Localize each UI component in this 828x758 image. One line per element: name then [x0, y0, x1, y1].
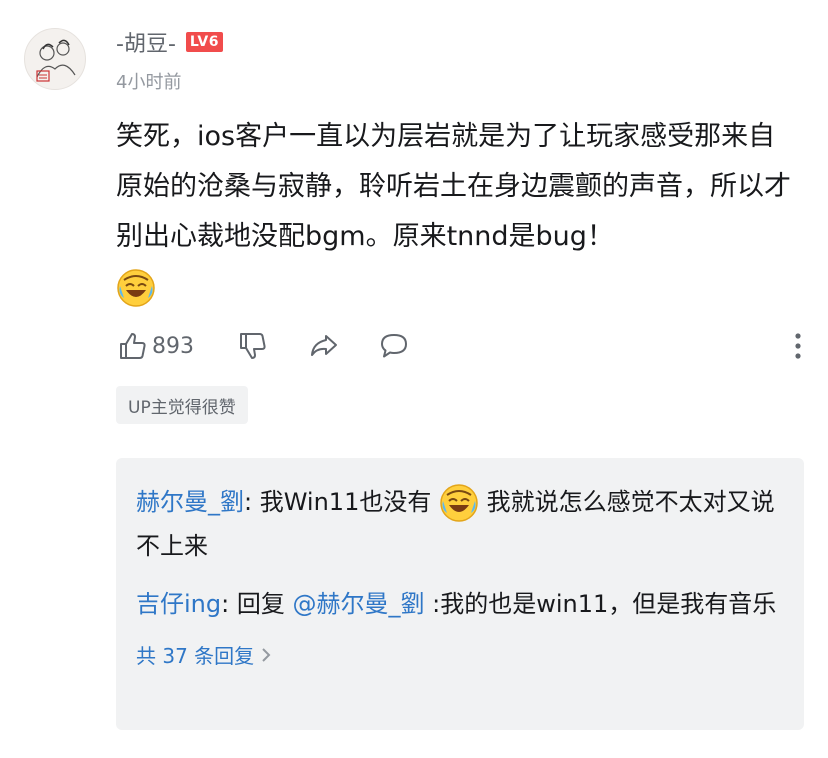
reply-item: 赫尔曼_劉: 我Win11也没有 我就说怎么感觉不太对又说不上来 [136, 480, 784, 568]
reply-button[interactable] [378, 330, 410, 362]
action-bar: 893 [116, 326, 806, 366]
up-liked-badge: UP主觉得很赞 [116, 386, 248, 424]
laughing-crying-emoji-icon [440, 484, 478, 522]
thumbs-up-icon [120, 333, 146, 359]
reply-separator: : [221, 590, 237, 618]
replies-count-label: 共 37 条回复 [136, 644, 255, 668]
avatar-illustration [36, 39, 76, 82]
comment-bubble-icon [381, 334, 407, 358]
reply-separator: : [244, 488, 260, 516]
reply-text: 我Win11也没有 [259, 488, 432, 516]
share-button[interactable] [308, 330, 340, 362]
chevron-right-icon [262, 647, 271, 662]
more-options-button[interactable] [790, 328, 806, 364]
comment-body: 笑死，ios客户一直以为层岩就是为了让玩家感受那来自原始的沧桑与寂静，聆听岩土在… [116, 121, 791, 252]
reply-username[interactable]: 赫尔曼_劉 [136, 488, 244, 516]
reply-item: 吉仔ing: 回复 @赫尔曼_劉 :我的也是win11，但是我有音乐 [136, 582, 784, 626]
comment-text: 笑死，ios客户一直以为层岩就是为了让玩家感受那来自原始的沧桑与寂静，聆听岩土在… [116, 112, 796, 312]
thumbs-down-icon [240, 333, 266, 359]
timestamp: 4小时前 [116, 72, 182, 93]
reply-mention[interactable]: @赫尔曼_劉 [292, 590, 424, 618]
username-row: -胡豆- LV6 [116, 26, 223, 58]
share-arrow-icon [311, 335, 337, 356]
reply-prefix: 回复 [236, 590, 293, 618]
reply-panel: 赫尔曼_劉: 我Win11也没有 我就说怎么感觉不太对又说不上来 吉仔ing: … [116, 458, 804, 730]
more-vertical-icon [795, 333, 801, 359]
dislike-button[interactable] [236, 330, 268, 362]
laughing-crying-emoji-icon [117, 268, 155, 307]
view-all-replies-link[interactable]: 共 37 条回复 [136, 640, 784, 669]
like-button[interactable]: 893 [116, 330, 194, 362]
avatar[interactable] [24, 28, 86, 90]
level-badge: LV6 [185, 32, 223, 52]
username[interactable]: -胡豆- [116, 26, 176, 58]
reply-username[interactable]: 吉仔ing [136, 590, 221, 618]
reply-text: :我的也是win11，但是我有音乐 [424, 590, 777, 618]
like-count: 893 [152, 333, 194, 359]
